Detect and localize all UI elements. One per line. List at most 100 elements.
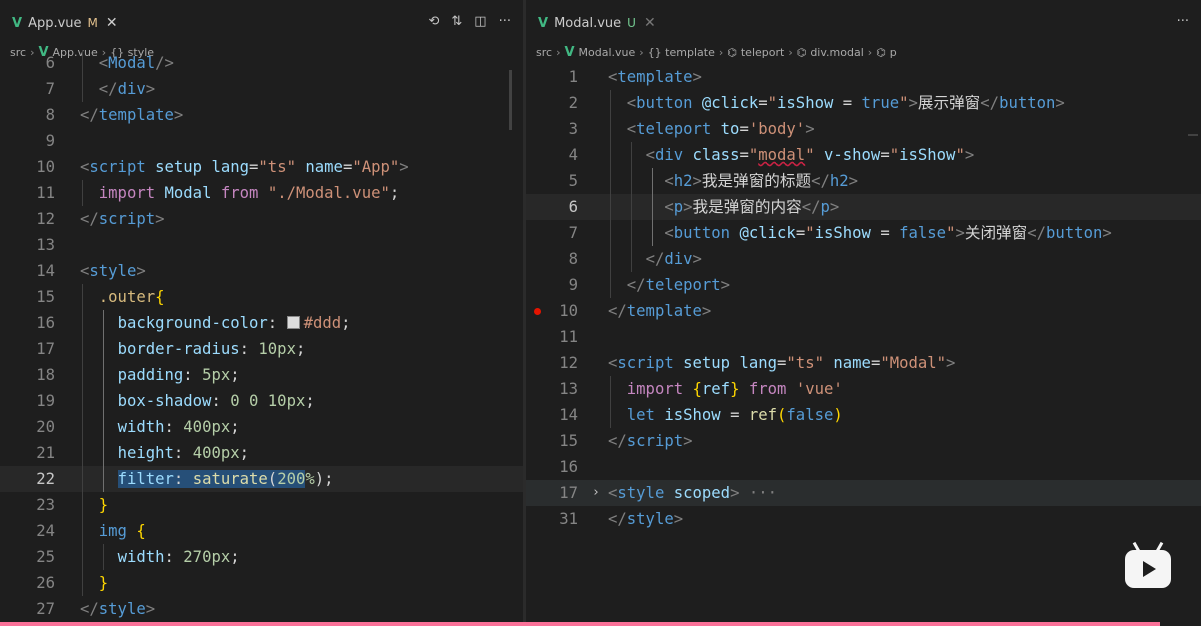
code-line[interactable]: 25 width: 270px; xyxy=(0,544,523,570)
line-number: 23 xyxy=(36,496,55,514)
code-line[interactable]: 2 <button @click="isShow = true">展示弹窗</b… xyxy=(526,90,1201,116)
code-line[interactable]: 26 } xyxy=(0,570,523,596)
tab-app-vue[interactable]: V App.vue M ✕ xyxy=(6,8,124,38)
indent-guide xyxy=(103,310,104,492)
code-line[interactable]: 10 </template> xyxy=(526,298,1201,324)
code-line[interactable]: 31 </style> xyxy=(526,506,1201,532)
code-line[interactable]: 19 box-shadow: 0 0 10px; xyxy=(0,388,523,414)
code-line[interactable]: 17 border-radius: 10px; xyxy=(0,336,523,362)
code-line[interactable]: 18 padding: 5px; xyxy=(0,362,523,388)
line-number: 10 xyxy=(36,158,55,176)
code-text: </style> xyxy=(80,600,156,618)
code-line[interactable]: 15 .outer{ xyxy=(0,284,523,310)
code-line[interactable]: 5 <h2>我是弹窗的标题</h2> xyxy=(526,168,1201,194)
code-line[interactable]: 8 </div> xyxy=(526,246,1201,272)
scrollbar[interactable] xyxy=(1188,134,1198,136)
code-line[interactable]: 23 } xyxy=(0,492,523,518)
code-area[interactable]: 6 <Modal/> 7 </div> 8 </template> 9 10 <script… xyxy=(0,50,523,626)
editor-actions-left: ⟲ ⇅ ◫ ··· xyxy=(428,14,511,29)
code-line[interactable]: 3 <teleport to='body'> xyxy=(526,116,1201,142)
line-number: 12 xyxy=(559,354,578,372)
code-text: border-radius: 10px; xyxy=(117,340,306,358)
more-actions-icon[interactable]: ··· xyxy=(499,14,511,29)
code-line[interactable]: 9 </teleport> xyxy=(526,272,1201,298)
code-text: let isShow = ref(false) xyxy=(626,406,843,424)
line-number: 8 xyxy=(568,250,578,268)
code-line[interactable]: 8 </template> xyxy=(0,102,523,128)
line-number: 8 xyxy=(45,106,55,124)
code-line[interactable]: 13 import {ref} from 'vue' xyxy=(526,376,1201,402)
breadcrumb-item[interactable]: src xyxy=(536,46,552,59)
line-number: 17 xyxy=(36,340,55,358)
code-text: <button @click="isShow = true">展示弹窗</but… xyxy=(626,94,1065,112)
code-line[interactable]: 16 background-color: #ddd; xyxy=(0,310,523,336)
code-text: <p>我是弹窗的内容</p> xyxy=(664,198,840,216)
video-progress-bar[interactable] xyxy=(0,622,1160,626)
compare-changes-icon[interactable]: ⇅ xyxy=(451,14,462,29)
modified-badge: M xyxy=(87,16,98,30)
code-line[interactable]: 14 <style> xyxy=(0,258,523,284)
code-line[interactable]: 17 › <style scoped> ··· xyxy=(526,480,1201,506)
indent-guide xyxy=(610,90,611,298)
vue-file-icon: V xyxy=(12,15,23,31)
code-text: <script setup lang="ts" name="App"> xyxy=(80,158,409,176)
code-text: } xyxy=(98,574,109,592)
line-number: 16 xyxy=(36,314,55,332)
code-line[interactable]: 4 <div class="modal" v-show="isShow"> xyxy=(526,142,1201,168)
code-line[interactable]: 22 filter: saturate(200%); xyxy=(0,466,523,492)
close-icon[interactable]: ✕ xyxy=(644,15,656,31)
line-number: 15 xyxy=(36,288,55,306)
code-line[interactable]: 6 <p>我是弹窗的内容</p> xyxy=(526,194,1201,220)
chevron-right-icon: › xyxy=(788,45,793,59)
code-text: <h2>我是弹窗的标题</h2> xyxy=(664,172,859,190)
line-number: 15 xyxy=(559,432,578,450)
code-text: box-shadow: 0 0 10px; xyxy=(117,392,315,410)
code-text: </div> xyxy=(98,80,156,98)
code-line[interactable]: 10 <script setup lang="ts" name="App"> xyxy=(0,154,523,180)
code-line[interactable]: 12 <script setup lang="ts" name="Modal"> xyxy=(526,350,1201,376)
code-line[interactable]: 15 </script> xyxy=(526,428,1201,454)
code-text: .outer{ xyxy=(98,288,165,306)
code-area[interactable]: 1 <template> 2 <button @click="isShow = tr… xyxy=(526,62,1201,626)
breakpoint-dot[interactable] xyxy=(534,308,541,315)
tv-logo-icon xyxy=(1125,550,1171,588)
code-text: height: 400px; xyxy=(117,444,250,462)
code-line[interactable]: 13 xyxy=(0,232,523,258)
code-line[interactable]: 9 xyxy=(0,128,523,154)
code-line[interactable]: 21 height: 400px; xyxy=(0,440,523,466)
line-number: 17 xyxy=(559,484,578,502)
code-line[interactable]: 7 </div> xyxy=(0,76,523,102)
code-line[interactable]: 11 xyxy=(526,324,1201,350)
code-line[interactable]: 14 let isShow = ref(false) xyxy=(526,402,1201,428)
close-icon[interactable]: ✕ xyxy=(106,15,118,31)
vue-file-icon: V xyxy=(538,15,549,31)
code-text: </teleport> xyxy=(626,276,731,294)
code-line[interactable]: 27 </style> xyxy=(0,596,523,622)
breadcrumb-item[interactable]: div.modal xyxy=(810,46,863,59)
code-line[interactable]: 1 <template> xyxy=(526,64,1201,90)
split-editor-icon[interactable]: ◫ xyxy=(474,14,486,29)
breadcrumb-item[interactable]: Modal.vue xyxy=(579,46,636,59)
code-line[interactable]: 16 xyxy=(526,454,1201,480)
breadcrumb-item[interactable]: {} template xyxy=(648,46,715,59)
code-text: <template> xyxy=(608,68,702,86)
line-number: 9 xyxy=(568,276,578,294)
code-line[interactable]: 12 </script> xyxy=(0,206,523,232)
more-actions-icon[interactable]: ··· xyxy=(1177,14,1189,29)
code-line[interactable]: 6 <Modal/> xyxy=(0,50,523,76)
breadcrumb-item[interactable]: teleport xyxy=(741,46,784,59)
breadcrumb-item[interactable]: p xyxy=(890,46,897,59)
scrollbar[interactable] xyxy=(509,70,512,130)
code-line[interactable]: 7 <button @click="isShow = false">关闭弹窗</… xyxy=(526,220,1201,246)
element-icon: ⌬ xyxy=(727,45,737,59)
timeline-icon[interactable]: ⟲ xyxy=(428,14,439,29)
code-line[interactable]: 24 img { xyxy=(0,518,523,544)
tab-modal-vue[interactable]: V Modal.vue U ✕ xyxy=(532,8,662,38)
code-text: filter: saturate(200%); xyxy=(117,470,334,488)
line-number: 21 xyxy=(36,444,55,462)
code-line[interactable]: 11 import Modal from "./Modal.vue"; xyxy=(0,180,523,206)
fold-chevron-icon[interactable]: › xyxy=(592,480,600,506)
line-number: 20 xyxy=(36,418,55,436)
code-line[interactable]: 20 width: 400px; xyxy=(0,414,523,440)
line-number: 18 xyxy=(36,366,55,384)
